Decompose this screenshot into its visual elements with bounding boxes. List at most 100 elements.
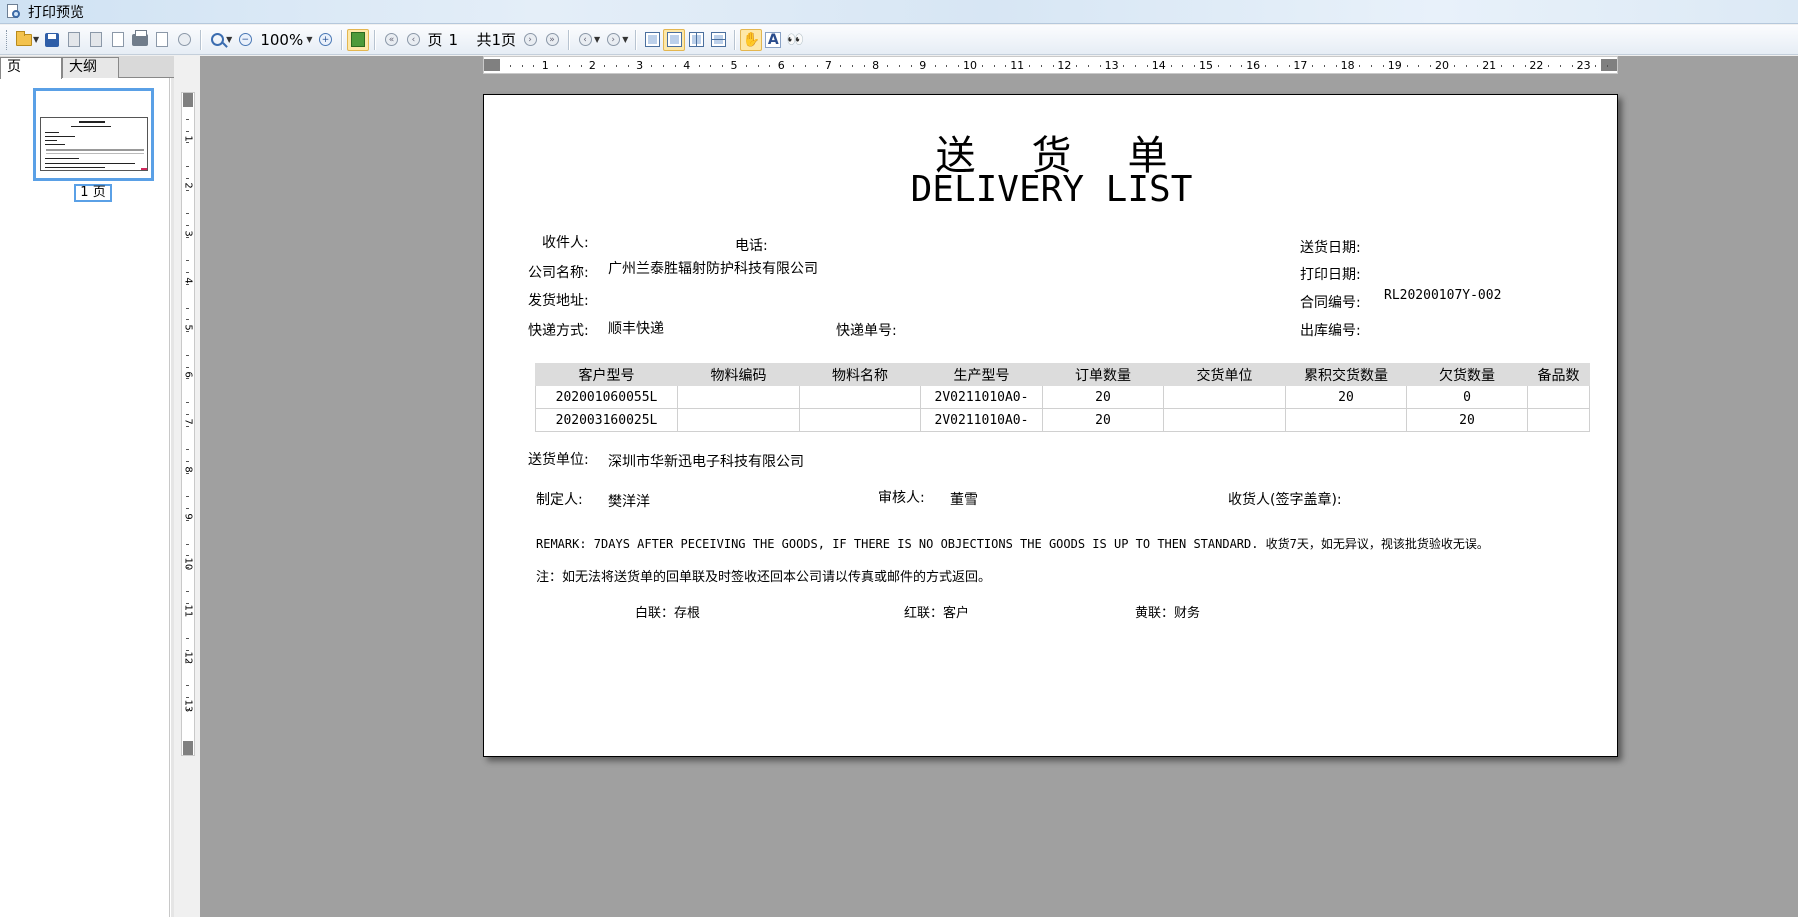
ruler-tick (186, 413, 189, 415)
contract-no-label: 合同编号: (1300, 295, 1361, 311)
ruler-tick (1276, 65, 1278, 67)
panel-splitter[interactable] (171, 78, 174, 917)
toolbar-grip[interactable] (6, 29, 9, 50)
ruler-tick (186, 555, 189, 557)
ruler-tick (186, 638, 189, 639)
ruler-tick (1005, 65, 1007, 67)
hand-tool-icon[interactable]: ✋ (740, 28, 763, 51)
ruler-tick (887, 65, 889, 67)
page-number-input[interactable]: 1 (445, 31, 473, 49)
ruler-number: 5 (730, 59, 738, 72)
ruler-tick (1477, 65, 1479, 67)
ruler-number: 8 (872, 59, 880, 72)
table-cell (1163, 385, 1286, 409)
ruler-tick (1524, 65, 1526, 67)
save-icon[interactable] (41, 29, 63, 51)
ruler-tick (186, 590, 189, 592)
delivery-date-label: 送货日期: (1300, 240, 1361, 256)
ruler-tick (1170, 65, 1172, 67)
ruler-tick (1040, 65, 1042, 67)
export-icon[interactable] (151, 29, 173, 51)
ruler-tick (675, 65, 676, 67)
ruler-left-marker[interactable] (484, 59, 500, 71)
ruler-tick (1501, 65, 1502, 67)
ruler-tick (1359, 65, 1361, 67)
find-icon[interactable]: 👀 (784, 29, 806, 51)
zoom-out-icon[interactable]: − (234, 29, 256, 51)
tab-outline[interactable]: 大纲 (62, 57, 119, 78)
thumbnail-label[interactable]: 1 页 (74, 184, 112, 202)
ruler-tick (186, 189, 189, 191)
ruler-tick (186, 118, 189, 120)
ruler-tick (1335, 65, 1337, 67)
ruler-tick (863, 65, 865, 67)
ruler-tick (533, 65, 535, 67)
thumbnails-toggle-icon[interactable] (347, 28, 370, 51)
copy-pages-icon[interactable] (63, 29, 85, 51)
continuous-view-icon[interactable] (663, 28, 686, 51)
print-icon[interactable] (129, 29, 151, 51)
ruler-tick (757, 65, 759, 67)
zoom-level[interactable]: 100% (256, 31, 308, 49)
ruler-tick (1595, 65, 1597, 67)
ruler-tick (186, 425, 189, 427)
table-cell: 202003160025L (535, 408, 678, 432)
table-cell (799, 385, 921, 409)
ruler-top-marker[interactable] (183, 93, 193, 107)
page-label: 页 (427, 31, 443, 49)
ruler-tick (186, 331, 189, 333)
table-header: 订单数量 (1042, 363, 1164, 386)
note-text: 注：如无法将送货单的回单联及时签收还回本公司请以传真或邮件的方式返回。 (536, 570, 992, 585)
ruler-tick (1430, 65, 1432, 67)
table-header: 累积交货数量 (1285, 363, 1407, 386)
page-setup-icon[interactable] (85, 29, 107, 51)
ruler-tick (1147, 65, 1148, 67)
shipper-label: 送货单位: (528, 452, 589, 468)
toolbar-separator (374, 29, 376, 50)
first-page-icon[interactable]: « (380, 29, 402, 51)
ruler-tick (186, 697, 189, 698)
ruler-tick (186, 284, 189, 285)
zoom-tool-icon[interactable] (206, 29, 228, 51)
last-page-icon[interactable]: » (541, 29, 563, 51)
reviewer-label: 审核人: (878, 490, 925, 506)
ruler-tick (1135, 65, 1137, 67)
forward-icon[interactable]: › (602, 29, 624, 51)
remark-text: REMARK: 7DAYS AFTER PECEIVING THE GOODS,… (536, 537, 1489, 551)
ruler-tick (186, 520, 189, 521)
company-value: 广州兰泰胜辐射防护科技有限公司 (608, 261, 818, 277)
ruler-tick (186, 661, 189, 663)
next-page-icon[interactable]: › (519, 29, 541, 51)
ruler-number: 11 (1010, 59, 1025, 72)
ruler-tick (698, 65, 700, 67)
reviewer-value: 董雪 (950, 492, 978, 508)
ruler-tick (186, 366, 189, 368)
ruler-tick (186, 496, 189, 498)
table-cell: 202001060055L (535, 385, 678, 409)
multi-pages-view-icon[interactable] (707, 29, 729, 51)
ruler-tick (1607, 65, 1609, 67)
ruler-tick (710, 65, 712, 67)
ruler-tick (1029, 65, 1030, 67)
toolbar-separator (200, 29, 202, 50)
ruler-bottom-marker[interactable] (183, 741, 193, 755)
zoom-in-icon[interactable]: + (314, 29, 336, 51)
window-title: 打印预览 (28, 4, 84, 21)
stop-icon[interactable] (173, 29, 195, 51)
document-title-en: DELIVERY LIST (910, 169, 1193, 210)
open-folder-icon[interactable] (13, 29, 35, 51)
left-panel: 页 大纲 1 页 (0, 56, 174, 917)
back-icon[interactable]: ‹ (574, 29, 596, 51)
tab-pages[interactable]: 页 (0, 57, 62, 79)
ruler-right-marker[interactable] (1601, 59, 1617, 71)
previous-page-icon[interactable]: ‹ (402, 29, 424, 51)
document-icon[interactable] (107, 29, 129, 51)
ruler-tick (1194, 65, 1196, 67)
ruler-tick (1288, 65, 1290, 67)
ruler-tick (509, 65, 511, 67)
page-thumbnail[interactable] (33, 88, 154, 181)
select-text-icon[interactable]: A (762, 29, 784, 51)
two-pages-view-icon[interactable] (685, 29, 707, 51)
single-page-view-icon[interactable] (641, 29, 663, 51)
zoom-dropdown-icon[interactable]: ▼ (306, 35, 312, 44)
